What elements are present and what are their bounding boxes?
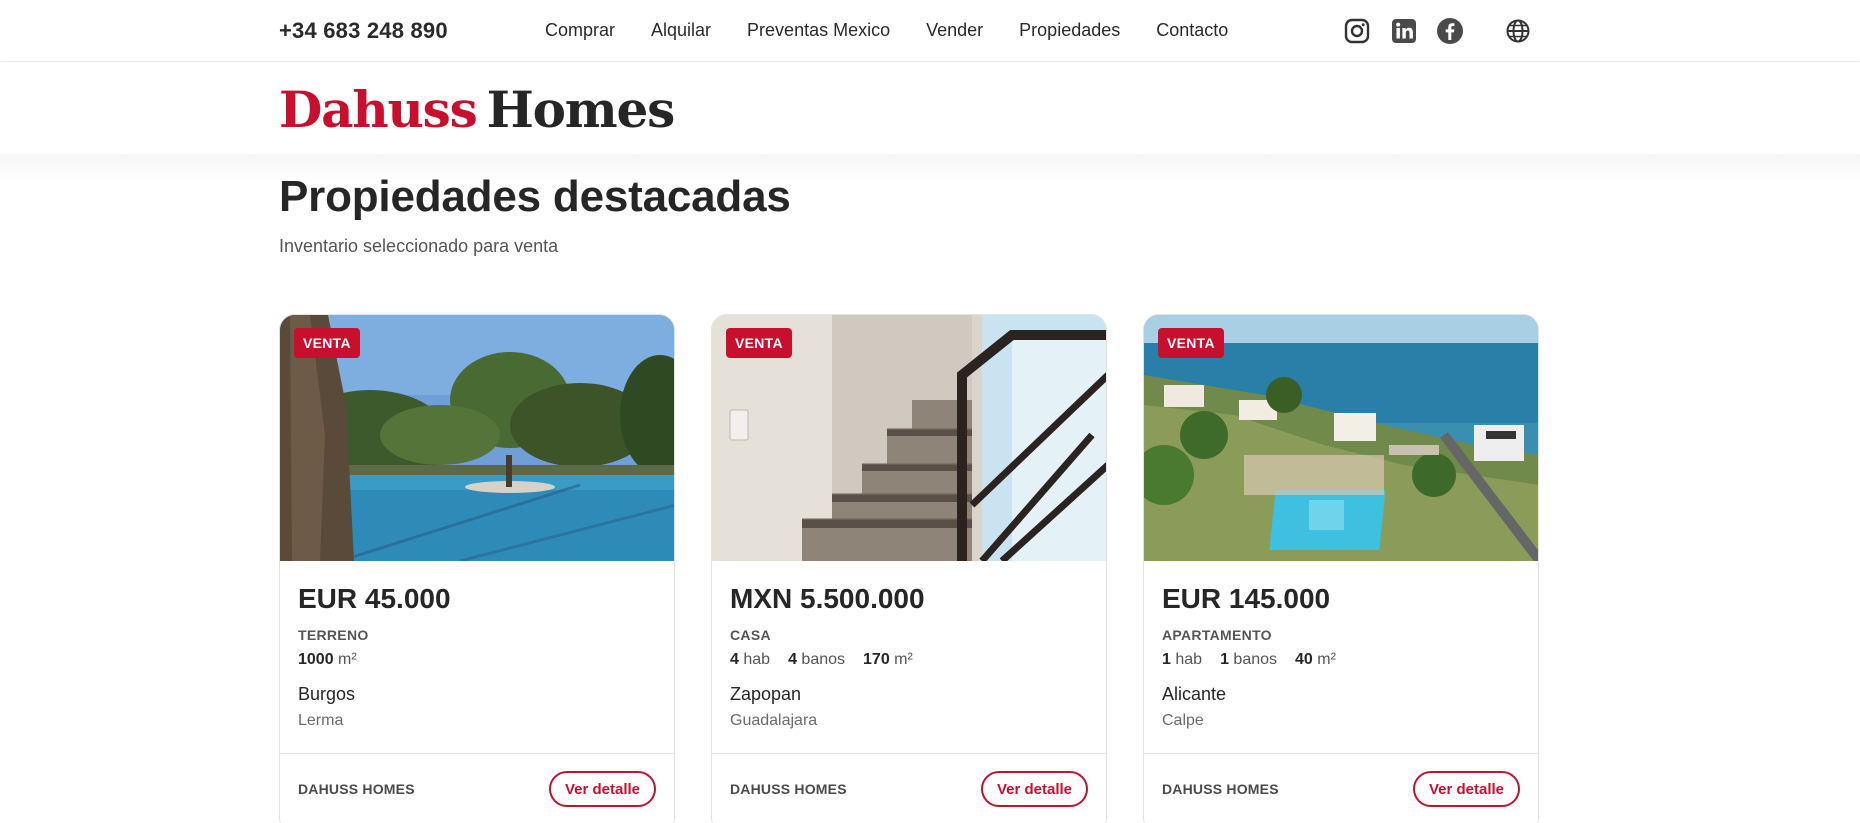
page-title: Propiedades destacadas — [279, 172, 791, 221]
sale-badge: VENTA — [1158, 328, 1224, 358]
agency-name: DAHUSS HOMES — [730, 781, 847, 797]
spec-rooms: 4 hab — [730, 651, 771, 668]
property-price: EUR 145.000 — [1162, 583, 1331, 614]
property-zone: Calpe — [1162, 712, 1204, 729]
agency-name: DAHUSS HOMES — [298, 781, 415, 797]
property-price: MXN 5.500.000 — [730, 583, 925, 614]
spec-area: 1000 m² — [298, 651, 357, 668]
property-city: Burgos — [298, 684, 356, 704]
nav-propiedades[interactable]: Propiedades — [1019, 20, 1120, 41]
site-logo[interactable]: Dahuss Homes — [279, 80, 676, 139]
instagram-icon[interactable] — [1343, 17, 1371, 45]
property-card-zapopan[interactable]: VENTA MXN 5.500.000 CASA 4 hab 4 banos 1… — [711, 314, 1107, 823]
property-city: Alicante — [1162, 684, 1227, 704]
property-city: Zapopan — [730, 684, 802, 704]
property-type: APARTAMENTO — [1162, 627, 1272, 643]
card-divider — [1144, 753, 1538, 754]
property-specs: 4 hab 4 banos 170 m² — [730, 651, 931, 669]
top-bar: +34 683 248 890 Comprar Alquilar Prevent… — [0, 0, 1860, 62]
property-zone: Guadalajara — [730, 712, 818, 729]
nav-alquilar[interactable]: Alquilar — [651, 20, 711, 41]
property-card-alicante[interactable]: VENTA EUR 145.000 APARTAMENTO 1 hab 1 ba… — [1143, 314, 1539, 823]
property-card-burgos[interactable]: VENTA EUR 45.000 TERRENO 1000 m² Burgos … — [279, 314, 675, 823]
spec-rooms: 1 hab — [1162, 651, 1203, 668]
card-divider — [280, 753, 674, 754]
property-type: TERRENO — [298, 627, 369, 643]
property-specs: 1 hab 1 banos 40 m² — [1162, 651, 1354, 669]
view-detail-button[interactable]: Ver detalle — [548, 771, 656, 807]
logo-part-dahuss: Dahuss — [279, 80, 478, 139]
property-zone: Lerma — [298, 712, 344, 729]
linkedin-icon[interactable] — [1390, 17, 1418, 45]
nav-preventas-mexico[interactable]: Preventas Mexico — [747, 20, 890, 41]
view-detail-button[interactable]: Ver detalle — [1412, 771, 1520, 807]
nav-vender[interactable]: Vender — [926, 20, 983, 41]
spec-baths: 1 banos — [1220, 651, 1278, 668]
sale-badge: VENTA — [294, 328, 360, 358]
logo-band: Dahuss Homes — [0, 62, 1860, 154]
page-subtitle: Inventario seleccionado para venta — [279, 236, 559, 256]
logo-part-homes: Homes — [486, 80, 676, 139]
spec-baths: 4 banos — [788, 651, 846, 668]
view-detail-button[interactable]: Ver detalle — [980, 771, 1088, 807]
property-type: CASA — [730, 627, 771, 643]
spec-area: 40 m² — [1295, 651, 1336, 668]
sale-badge: VENTA — [726, 328, 792, 358]
card-divider — [712, 753, 1106, 754]
main-nav: Comprar Alquilar Preventas Mexico Vender… — [545, 20, 1264, 41]
phone-number[interactable]: +34 683 248 890 — [279, 18, 448, 44]
globe-icon[interactable] — [1504, 17, 1532, 45]
spec-area: 170 m² — [863, 651, 913, 668]
nav-contacto[interactable]: Contacto — [1156, 20, 1228, 41]
nav-comprar[interactable]: Comprar — [545, 20, 615, 41]
property-specs: 1000 m² — [298, 651, 375, 669]
agency-name: DAHUSS HOMES — [1162, 781, 1279, 797]
facebook-icon[interactable] — [1436, 17, 1464, 45]
property-price: EUR 45.000 — [298, 583, 451, 614]
